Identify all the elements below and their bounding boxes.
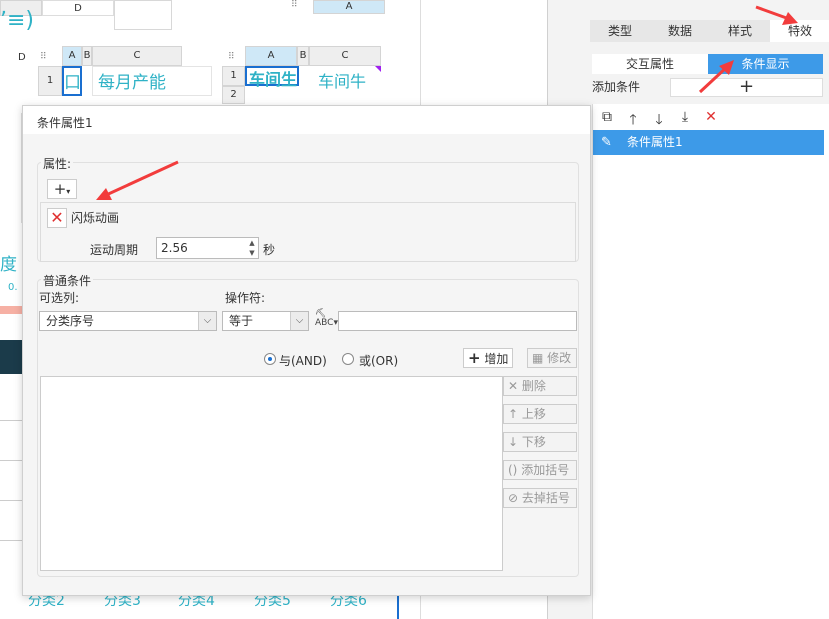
annotation-arrows (96, 5, 798, 200)
arrow-to-flash-animation (103, 160, 179, 198)
